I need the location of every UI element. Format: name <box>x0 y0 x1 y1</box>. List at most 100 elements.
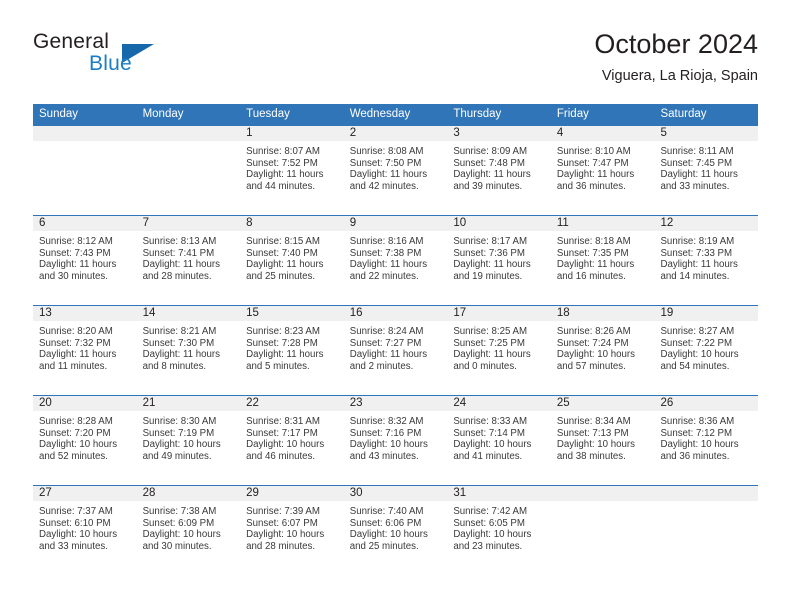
calendar-week-row: 1 Sunrise: 8:07 AM Sunset: 7:52 PM Dayli… <box>33 125 759 215</box>
day-cell[interactable]: 20 Sunrise: 8:28 AM Sunset: 7:20 PM Dayl… <box>33 396 137 485</box>
day-cell[interactable]: 15 Sunrise: 8:23 AM Sunset: 7:28 PM Dayl… <box>240 306 344 395</box>
sunrise-text: Sunrise: 8:07 AM <box>246 146 320 157</box>
day-number: 31 <box>447 486 551 501</box>
day-cell[interactable]: 19 Sunrise: 8:27 AM Sunset: 7:22 PM Dayl… <box>654 306 759 395</box>
sunset-text: Sunset: 7:28 PM <box>246 337 318 349</box>
day-details: Sunrise: 7:38 AM Sunset: 6:09 PM Dayligh… <box>137 501 241 552</box>
sunset-text: Sunset: 7:48 PM <box>453 157 525 169</box>
day-cell[interactable]: 14 Sunrise: 8:21 AM Sunset: 7:30 PM Dayl… <box>136 306 241 395</box>
day-cell[interactable]: 6 Sunrise: 8:12 AM Sunset: 7:43 PM Dayli… <box>33 216 137 305</box>
sunset-text: Sunset: 7:33 PM <box>660 247 733 259</box>
day-details <box>654 501 758 506</box>
day-number: 23 <box>343 396 448 411</box>
sunrise-text: Sunrise: 8:27 AM <box>660 326 735 337</box>
sunset-text: Sunset: 7:30 PM <box>142 337 215 349</box>
weekday-saturday: Saturday <box>660 108 707 120</box>
sunset-text: Sunset: 7:22 PM <box>660 337 733 349</box>
day-cell[interactable]: 17 Sunrise: 8:25 AM Sunset: 7:25 PM Dayl… <box>447 306 551 395</box>
day-cell[interactable]: 11 Sunrise: 8:18 AM Sunset: 7:35 PM Dayl… <box>550 216 655 305</box>
sunset-text: Sunset: 7:45 PM <box>660 157 733 169</box>
daylight-text-line2: and 44 minutes. <box>246 180 316 192</box>
sunset-text: Sunset: 7:14 PM <box>453 427 525 439</box>
day-cell[interactable]: 22 Sunrise: 8:31 AM Sunset: 7:17 PM Dayl… <box>240 396 344 485</box>
day-cell[interactable]: 21 Sunrise: 8:30 AM Sunset: 7:19 PM Dayl… <box>136 396 241 485</box>
daylight-text-line2: and 28 minutes. <box>142 270 212 282</box>
day-details: Sunrise: 8:18 AM Sunset: 7:35 PM Dayligh… <box>551 231 655 282</box>
day-number: 26 <box>654 396 759 411</box>
daylight-text-line1: Daylight: 11 hours <box>453 259 531 271</box>
day-cell[interactable]: 9 Sunrise: 8:16 AM Sunset: 7:38 PM Dayli… <box>343 216 448 305</box>
day-cell[interactable]: 4 Sunrise: 8:10 AM Sunset: 7:47 PM Dayli… <box>550 126 655 215</box>
day-number: 29 <box>240 486 344 501</box>
day-cell[interactable]: 25 Sunrise: 8:34 AM Sunset: 7:13 PM Dayl… <box>550 396 655 485</box>
daylight-text-line2: and 8 minutes. <box>142 360 207 372</box>
daylight-text-line1: Daylight: 11 hours <box>556 169 635 181</box>
day-details: Sunrise: 8:07 AM Sunset: 7:52 PM Dayligh… <box>240 141 344 192</box>
sunset-text: Sunset: 7:50 PM <box>349 157 422 169</box>
day-cell[interactable]: 8 Sunrise: 8:15 AM Sunset: 7:40 PM Dayli… <box>240 216 344 305</box>
sunset-text: Sunset: 7:40 PM <box>246 247 318 259</box>
sunrise-text: Sunrise: 8:18 AM <box>556 236 631 247</box>
day-number: 25 <box>550 396 655 411</box>
day-cell[interactable]: 30 Sunrise: 7:40 AM Sunset: 6:06 PM Dayl… <box>343 486 448 575</box>
sunrise-text: Sunrise: 7:37 AM <box>39 506 113 517</box>
daylight-text-line2: and 33 minutes. <box>660 180 730 192</box>
sunrise-text: Sunrise: 8:20 AM <box>39 326 113 337</box>
sunset-text: Sunset: 7:47 PM <box>556 157 629 169</box>
day-cell[interactable]: 13 Sunrise: 8:20 AM Sunset: 7:32 PM Dayl… <box>33 306 137 395</box>
sunset-text: Sunset: 7:12 PM <box>660 427 733 439</box>
day-cell[interactable]: 1 Sunrise: 8:07 AM Sunset: 7:52 PM Dayli… <box>240 126 344 215</box>
day-cell[interactable]: 23 Sunrise: 8:32 AM Sunset: 7:16 PM Dayl… <box>343 396 448 485</box>
day-cell[interactable]: 26 Sunrise: 8:36 AM Sunset: 7:12 PM Dayl… <box>654 396 759 485</box>
daylight-text-line2: and 52 minutes. <box>39 450 108 462</box>
day-details: Sunrise: 8:10 AM Sunset: 7:47 PM Dayligh… <box>551 141 655 192</box>
sunset-text: Sunset: 7:13 PM <box>556 427 629 439</box>
day-number <box>33 126 137 141</box>
day-cell[interactable]: 10 Sunrise: 8:17 AM Sunset: 7:36 PM Dayl… <box>447 216 551 305</box>
day-cell[interactable]: 28 Sunrise: 7:38 AM Sunset: 6:09 PM Dayl… <box>136 486 241 575</box>
day-details: Sunrise: 8:12 AM Sunset: 7:43 PM Dayligh… <box>33 231 137 282</box>
day-details: Sunrise: 8:09 AM Sunset: 7:48 PM Dayligh… <box>447 141 551 192</box>
day-number: 10 <box>447 216 551 231</box>
daylight-text-line1: Daylight: 11 hours <box>246 169 324 181</box>
day-cell[interactable]: 7 Sunrise: 8:13 AM Sunset: 7:41 PM Dayli… <box>136 216 241 305</box>
day-number: 18 <box>550 306 655 321</box>
sunrise-text: Sunrise: 8:10 AM <box>556 146 631 157</box>
day-cell[interactable]: 2 Sunrise: 8:08 AM Sunset: 7:50 PM Dayli… <box>343 126 448 215</box>
day-cell[interactable]: 24 Sunrise: 8:33 AM Sunset: 7:14 PM Dayl… <box>447 396 551 485</box>
day-cell[interactable]: 3 Sunrise: 8:09 AM Sunset: 7:48 PM Dayli… <box>447 126 551 215</box>
day-cell[interactable]: 18 Sunrise: 8:26 AM Sunset: 7:24 PM Dayl… <box>550 306 655 395</box>
sunrise-text: Sunrise: 8:15 AM <box>246 236 320 247</box>
day-cell[interactable]: 29 Sunrise: 7:39 AM Sunset: 6:07 PM Dayl… <box>240 486 344 575</box>
calendar-grid: Sunday Monday Tuesday Wednesday Thursday… <box>33 104 759 575</box>
day-details: Sunrise: 8:26 AM Sunset: 7:24 PM Dayligh… <box>551 321 655 372</box>
daylight-text-line2: and 22 minutes. <box>349 270 419 282</box>
weekday-header-row: Sunday Monday Tuesday Wednesday Thursday… <box>33 104 758 125</box>
brand-name-general: General <box>33 30 110 53</box>
weekday-wednesday: Wednesday <box>349 108 411 120</box>
day-cell[interactable]: 16 Sunrise: 8:24 AM Sunset: 7:27 PM Dayl… <box>343 306 448 395</box>
daylight-text-line2: and 42 minutes. <box>349 180 419 192</box>
calendar-week-row: 20 Sunrise: 8:28 AM Sunset: 7:20 PM Dayl… <box>33 395 759 485</box>
sunrise-text: Sunrise: 8:31 AM <box>246 416 320 427</box>
day-details: Sunrise: 8:21 AM Sunset: 7:30 PM Dayligh… <box>137 321 241 372</box>
page-header: General Blue October 2024 Viguera, La Ri… <box>33 28 758 90</box>
day-cell[interactable]: 5 Sunrise: 8:11 AM Sunset: 7:45 PM Dayli… <box>654 126 759 215</box>
day-cell[interactable]: 31 Sunrise: 7:42 AM Sunset: 6:05 PM Dayl… <box>447 486 551 575</box>
daylight-text-line2: and 19 minutes. <box>453 270 523 282</box>
day-number: 2 <box>343 126 448 141</box>
daylight-text-line1: Daylight: 11 hours <box>453 169 531 181</box>
day-details: Sunrise: 8:25 AM Sunset: 7:25 PM Dayligh… <box>447 321 551 372</box>
general-blue-logo[interactable]: General Blue <box>33 30 213 86</box>
day-details: Sunrise: 8:13 AM Sunset: 7:41 PM Dayligh… <box>137 231 241 282</box>
day-details <box>137 141 241 146</box>
day-details: Sunrise: 8:19 AM Sunset: 7:33 PM Dayligh… <box>654 231 758 282</box>
sunrise-text: Sunrise: 8:09 AM <box>453 146 528 157</box>
day-number <box>550 486 655 501</box>
day-details: Sunrise: 8:17 AM Sunset: 7:36 PM Dayligh… <box>447 231 551 282</box>
sunset-text: Sunset: 7:20 PM <box>39 427 111 439</box>
sunset-text: Sunset: 6:07 PM <box>246 517 318 529</box>
day-cell[interactable]: 12 Sunrise: 8:19 AM Sunset: 7:33 PM Dayl… <box>654 216 759 305</box>
day-cell[interactable]: 27 Sunrise: 7:37 AM Sunset: 6:10 PM Dayl… <box>33 486 137 575</box>
day-number: 3 <box>447 126 551 141</box>
